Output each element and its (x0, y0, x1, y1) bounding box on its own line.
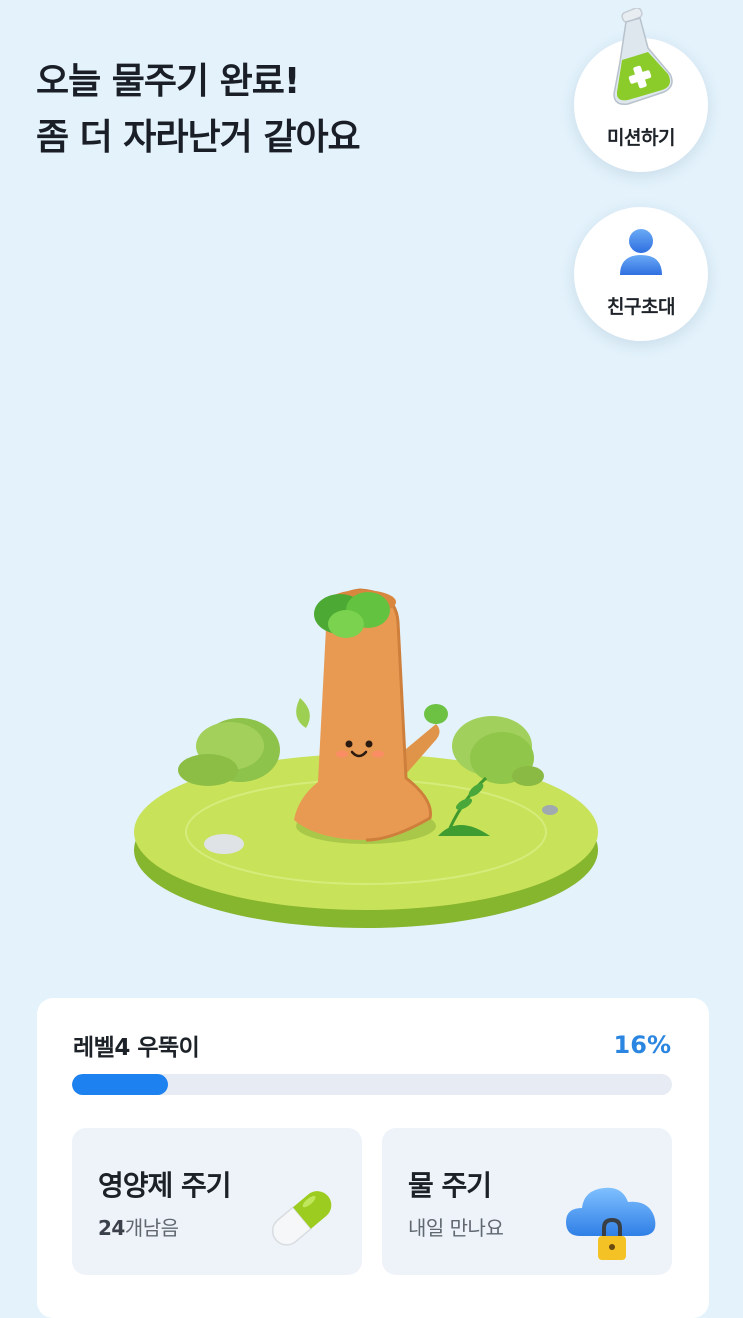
level-row: 레벨4 우뚝이 16% (73, 1028, 671, 1062)
flask-plus-icon (613, 8, 673, 106)
mission-button-label: 미션하기 (607, 127, 675, 149)
nutrient-card-title: 영양제 주기 (98, 1169, 232, 1202)
water-card-subtitle: 내일 만나요 (408, 1216, 504, 1240)
growth-progress-bar (72, 1074, 672, 1095)
nutrient-count: 24 (98, 1216, 125, 1240)
person-icon (620, 229, 662, 275)
water-card-title: 물 주기 (408, 1169, 492, 1202)
level-label: 레벨4 우뚝이 (73, 1035, 200, 1061)
growth-status-panel: 레벨4 우뚝이 16% 영양제 주기 24개남음 물 주기 내일 만나요 (37, 998, 709, 1318)
invite-button-label: 친구초대 (607, 296, 675, 318)
cloud-lock-icon (566, 1187, 656, 1260)
tree-island-illustration (134, 588, 598, 928)
progress-percent: 16% (613, 1031, 671, 1059)
headline-line-2: 좀 더 자라난거 같아요 (36, 117, 361, 158)
invite-friend-button[interactable]: 친구초대 (574, 207, 708, 341)
progress-fill (72, 1074, 168, 1095)
mission-button[interactable]: 미션하기 (574, 8, 708, 172)
give-water-card[interactable]: 물 주기 내일 만나요 (382, 1128, 672, 1275)
headline-line-1: 오늘 물주기 완료! (36, 61, 300, 102)
page-headline: 오늘 물주기 완료! 좀 더 자라난거 같아요 (36, 54, 361, 166)
nutrient-remaining: 24개남음 (98, 1212, 179, 1241)
nutrient-remaining-suffix: 개남음 (124, 1216, 179, 1240)
give-nutrient-card[interactable]: 영양제 주기 24개남음 (72, 1128, 362, 1275)
capsule-icon (271, 1191, 332, 1246)
